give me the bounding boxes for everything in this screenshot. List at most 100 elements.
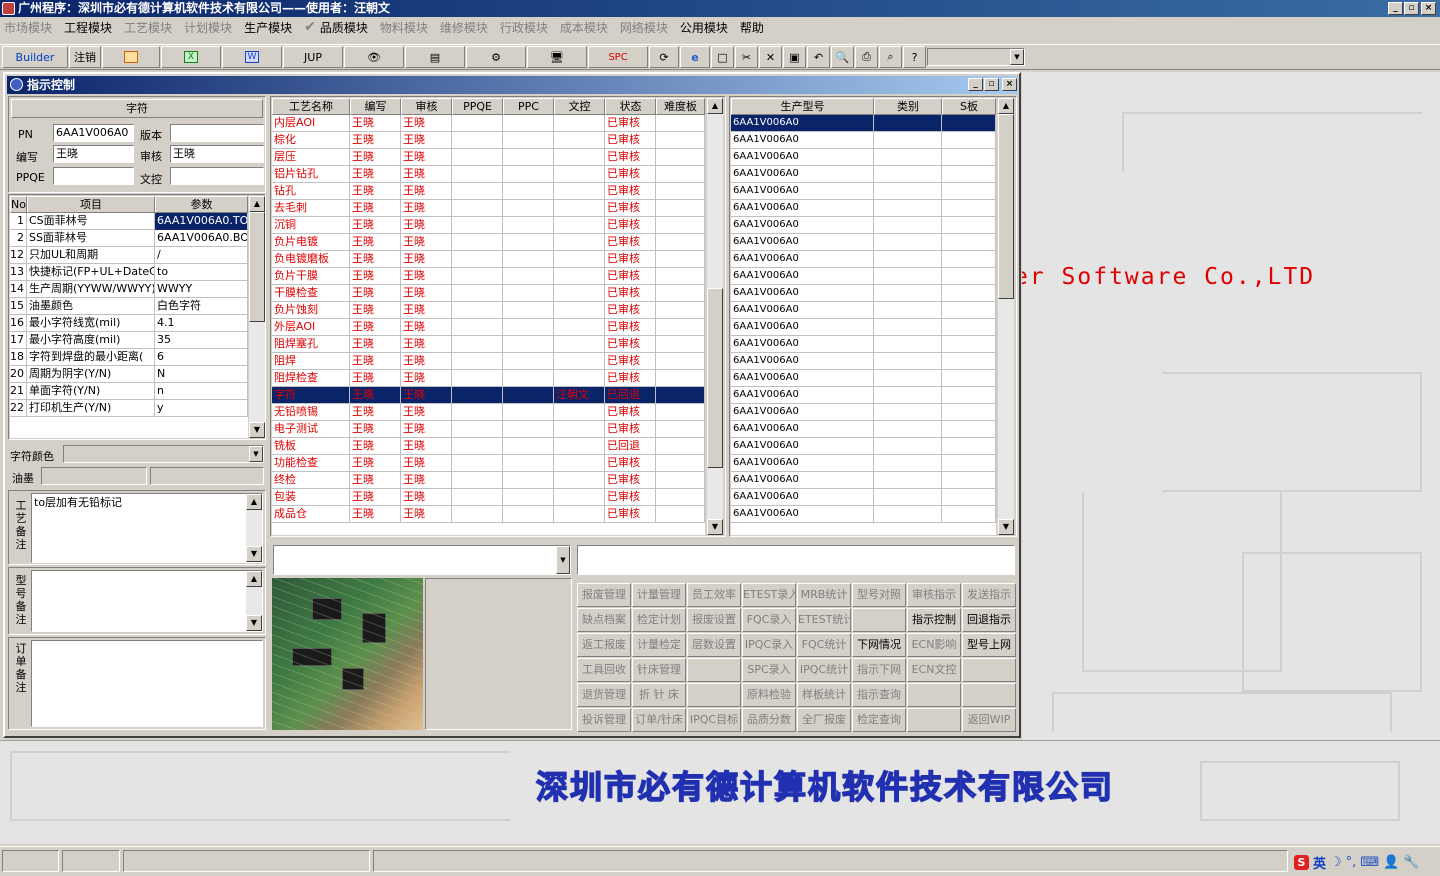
table-row[interactable]: 负电镀磨板 王晓 王晓 已审核 <box>272 251 705 268</box>
column-header[interactable]: 编写 <box>350 98 401 115</box>
table-row[interactable]: 6AA1V006A0 <box>731 506 996 523</box>
table-row[interactable]: 2 SS面菲林号 6AA1V006A0.BO <box>10 230 248 247</box>
table-row[interactable]: 无铅喷锡 王晓 王晓 已审核 <box>272 404 705 421</box>
version-field[interactable] <box>170 124 264 142</box>
find-icon[interactable]: ⌕ <box>879 46 902 68</box>
model-scrollbar[interactable]: ▲ ▼ <box>998 98 1014 535</box>
chevron-down-icon[interactable]: ▼ <box>1010 49 1024 65</box>
menu-item[interactable]: 品质模块 <box>320 19 368 36</box>
function-button[interactable]: 退货管理 <box>577 683 631 707</box>
table-row[interactable]: 包装 王晓 王晓 已审核 <box>272 489 705 506</box>
window-close-button[interactable]: × <box>1002 78 1017 91</box>
function-button[interactable]: 指示查询 <box>852 683 906 707</box>
function-button[interactable]: ECN影响 <box>907 633 961 657</box>
ink-field-2[interactable] <box>150 467 264 485</box>
reviewer-field[interactable]: 王晓 <box>170 145 264 163</box>
column-header[interactable]: 类别 <box>874 98 942 115</box>
new-icon[interactable]: □ <box>711 46 734 68</box>
column-header[interactable]: 工艺名称 <box>272 98 350 115</box>
function-button[interactable]: FQC统计 <box>797 633 851 657</box>
table-row[interactable]: 内层AOI 王晓 王晓 已审核 <box>272 115 705 132</box>
scroll-thumb[interactable] <box>249 212 265 322</box>
function-button[interactable]: 审核指示 <box>907 583 961 607</box>
close-button[interactable]: × <box>1421 2 1436 15</box>
excel-icon[interactable]: X <box>161 46 221 68</box>
scroll-down-icon[interactable]: ▼ <box>707 519 723 535</box>
function-button[interactable]: 型号上网 <box>962 633 1016 657</box>
table-row[interactable]: 负片电镀 王晓 王晓 已审核 <box>272 234 705 251</box>
function-button[interactable]: 全厂报废 <box>797 708 851 732</box>
table-row[interactable]: 6AA1V006A0 <box>731 319 996 336</box>
parameter-scrollbar[interactable]: ▲ ▼ <box>249 196 265 438</box>
table-row[interactable]: 6AA1V006A0 <box>731 234 996 251</box>
doc-control-field[interactable] <box>170 167 264 185</box>
table-row[interactable]: 字符 王晓 王晓 汪朝文 已回退 <box>272 387 705 404</box>
char-color-select[interactable]: ▼ <box>63 445 264 463</box>
undo-icon[interactable]: ↶ <box>807 46 830 68</box>
table-row[interactable]: 6AA1V006A0 <box>731 251 996 268</box>
function-button[interactable]: 指示下网 <box>852 658 906 682</box>
scroll-down-icon[interactable]: ▼ <box>998 519 1014 535</box>
menu-item[interactable]: 成本模块 <box>560 19 608 36</box>
table-row[interactable]: 6AA1V006A0 <box>731 370 996 387</box>
function-button[interactable]: IPQC统计 <box>797 658 851 682</box>
table-row[interactable]: 功能检查 王晓 王晓 已审核 <box>272 455 705 472</box>
table-row[interactable]: 12 只加UL和周期 / <box>10 247 248 264</box>
table-row[interactable]: 6AA1V006A0 <box>731 472 996 489</box>
menu-item[interactable]: 物料模块 <box>380 19 428 36</box>
table-row[interactable]: 6AA1V006A0 <box>731 149 996 166</box>
table-row[interactable]: 干膜检查 王晓 王晓 已审核 <box>272 285 705 302</box>
function-button[interactable]: 报废管理 <box>577 583 631 607</box>
delete-icon[interactable]: ✕ <box>759 46 782 68</box>
function-button[interactable]: 回退指示 <box>962 608 1016 632</box>
ie-icon[interactable]: e <box>680 46 710 68</box>
function-button[interactable]: 品质分数 <box>742 708 796 732</box>
network-icon[interactable]: ⚙ <box>466 46 526 68</box>
table-row[interactable]: 6AA1V006A0 <box>731 183 996 200</box>
print-icon[interactable]: ⎙ <box>855 46 878 68</box>
table-row[interactable]: 6AA1V006A0 <box>731 166 996 183</box>
table-row[interactable]: 6AA1V006A0 <box>731 489 996 506</box>
database-icon[interactable]: ▤ <box>405 46 465 68</box>
function-button[interactable]: 样板统计 <box>797 683 851 707</box>
table-row[interactable]: 17 最小字符高度(mil) 35 <box>10 332 248 349</box>
table-row[interactable]: 20 周期为阴字(Y/N) N <box>10 366 248 383</box>
ppqe-field[interactable] <box>53 167 134 185</box>
column-header[interactable]: PPC <box>503 98 554 115</box>
function-button[interactable]: 计量检定 <box>632 633 686 657</box>
word-icon[interactable]: W <box>222 46 282 68</box>
refresh-icon[interactable]: ⟳ <box>649 46 679 68</box>
table-row[interactable]: 成品仓 王晓 王晓 已审核 <box>272 506 705 523</box>
table-row[interactable]: 22 打印机生产(Y/N) y <box>10 400 248 417</box>
model-note-field[interactable] <box>31 570 263 632</box>
eye-icon[interactable]: 👁 <box>344 46 404 68</box>
process-scrollbar[interactable]: ▲ ▼ <box>707 98 723 535</box>
cut-icon[interactable]: ✂ <box>735 46 758 68</box>
scroll-down-icon[interactable]: ▼ <box>249 422 265 438</box>
pn-field[interactable]: 6AA1V006A0 <box>53 124 134 142</box>
table-row[interactable]: 14 生产周期(YYWW/WWYY) WWYY <box>10 281 248 298</box>
function-button[interactable] <box>907 708 961 732</box>
jup-button[interactable]: JUP <box>283 46 343 68</box>
editor-field[interactable]: 王晓 <box>53 145 134 163</box>
table-row[interactable]: 钻孔 王晓 王晓 已审核 <box>272 183 705 200</box>
function-button[interactable] <box>962 683 1016 707</box>
menu-item[interactable]: 生产模块 <box>244 19 292 36</box>
table-row[interactable]: 6AA1V006A0 <box>731 387 996 404</box>
table-row[interactable]: 铝片钻孔 王晓 王晓 已审核 <box>272 166 705 183</box>
function-button[interactable]: 型号对照 <box>852 583 906 607</box>
model-note-scrollbar[interactable]: ▲ ▼ <box>246 571 262 631</box>
function-button[interactable]: ETEST统计 <box>797 608 851 632</box>
chevron-down-icon[interactable]: ▼ <box>249 446 263 462</box>
spc-button[interactable]: SPC <box>588 46 648 68</box>
ime-tray[interactable]: S 英 ☽ °, ⌨ 👤 🔧 <box>1294 853 1419 872</box>
save-icon[interactable]: ▣ <box>783 46 806 68</box>
scroll-down-icon[interactable]: ▼ <box>246 615 262 631</box>
scroll-up-icon[interactable]: ▲ <box>707 98 723 114</box>
table-row[interactable]: 18 字符到焊盘的最小距离(6 <box>10 349 248 366</box>
function-button[interactable]: 针床管理 <box>632 658 686 682</box>
minimize-button[interactable]: _ <box>1388 2 1403 15</box>
function-button[interactable]: 检定查询 <box>852 708 906 732</box>
function-button[interactable] <box>852 608 906 632</box>
table-row[interactable]: 1 CS面菲林号 6AA1V006A0.TO <box>10 213 248 230</box>
